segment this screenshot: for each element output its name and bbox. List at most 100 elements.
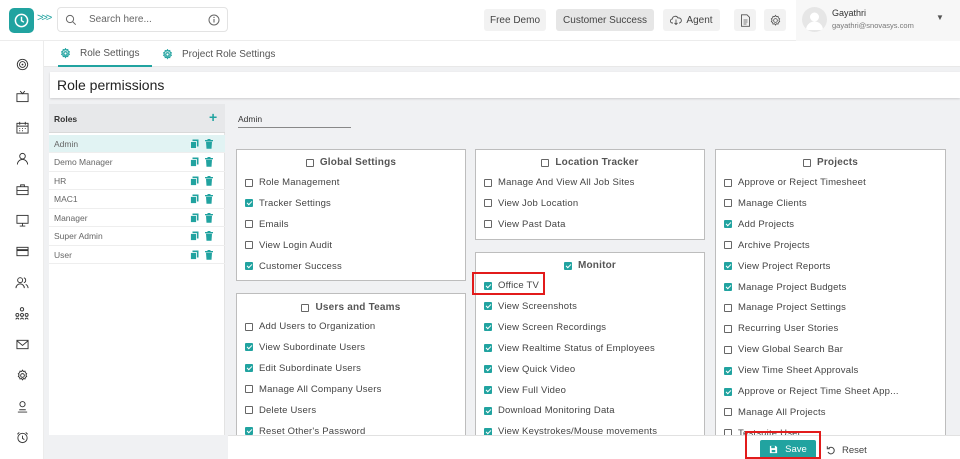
expand-sidebar-icon[interactable]: >>>: [37, 12, 52, 24]
alarm-clock-icon[interactable]: [15, 430, 29, 444]
role-row[interactable]: User: [49, 246, 225, 264]
projects-title[interactable]: Projects: [716, 157, 945, 168]
document-icon[interactable]: [734, 9, 756, 31]
permission-item[interactable]: Approve or Reject Timesheet: [724, 177, 866, 188]
role-row[interactable]: Manager: [49, 209, 225, 227]
permission-checkbox[interactable]: [724, 241, 732, 250]
copy-icon[interactable]: [190, 213, 199, 223]
permission-item[interactable]: Download Monitoring Data: [484, 405, 615, 416]
permission-item[interactable]: Manage And View All Job Sites: [484, 177, 635, 188]
monitor-icon[interactable]: [15, 213, 29, 227]
trash-icon[interactable]: [205, 212, 214, 223]
copy-icon[interactable]: [190, 176, 199, 186]
tab-project-role-settings[interactable]: Project Role Settings: [162, 41, 275, 67]
calendar-icon[interactable]: [15, 120, 29, 134]
permission-checkbox[interactable]: [245, 385, 253, 394]
permission-checkbox[interactable]: [724, 303, 732, 312]
permission-checkbox[interactable]: [245, 241, 253, 250]
permission-item[interactable]: View Subordinate Users: [245, 342, 365, 353]
info-icon[interactable]: [208, 14, 220, 26]
role-row[interactable]: Super Admin: [49, 228, 225, 246]
role-row[interactable]: Admin: [49, 135, 225, 153]
permission-item[interactable]: Tracker Settings: [245, 198, 331, 209]
location-tracker-checkbox[interactable]: [541, 158, 550, 167]
permission-checkbox[interactable]: [245, 427, 253, 435]
trash-icon[interactable]: [205, 157, 214, 167]
free-demo-button[interactable]: Free Demo: [484, 9, 546, 31]
location-tracker-title[interactable]: Location Tracker: [476, 157, 704, 168]
permission-checkbox[interactable]: [484, 199, 492, 208]
permission-checkbox[interactable]: [724, 345, 732, 354]
permission-checkbox[interactable]: [245, 343, 253, 352]
permission-checkbox[interactable]: [484, 386, 492, 394]
permission-item[interactable]: View Time Sheet Approvals: [724, 365, 858, 376]
permission-checkbox[interactable]: [484, 323, 492, 332]
gear-icon[interactable]: [15, 368, 29, 382]
monitor-checkbox[interactable]: [563, 261, 572, 270]
permission-item[interactable]: Add Projects: [724, 219, 794, 230]
role-row[interactable]: Demo Manager: [49, 154, 225, 172]
permission-item[interactable]: View Past Data: [484, 219, 566, 230]
permission-checkbox[interactable]: [245, 262, 253, 271]
trash-icon[interactable]: [205, 138, 214, 149]
permission-checkbox[interactable]: [724, 220, 732, 229]
permission-checkbox[interactable]: [484, 220, 492, 229]
permission-item[interactable]: Recurring User Stories: [724, 323, 839, 334]
mail-icon[interactable]: [15, 337, 29, 351]
permission-item[interactable]: Approve or Reject Time Sheet App...: [724, 386, 899, 397]
app-logo[interactable]: [9, 8, 34, 33]
global-settings-checkbox[interactable]: [305, 158, 314, 167]
permission-checkbox[interactable]: [484, 406, 492, 415]
role-row[interactable]: MAC1: [49, 191, 225, 209]
permission-checkbox[interactable]: [724, 199, 732, 208]
copy-icon[interactable]: [190, 231, 199, 241]
permission-item[interactable]: Add Users to Organization: [245, 321, 375, 332]
credit-card-icon[interactable]: [15, 244, 29, 258]
permission-item[interactable]: Manage Clients: [724, 198, 807, 209]
permission-checkbox[interactable]: [484, 302, 492, 311]
customer-success-button[interactable]: Customer Success: [556, 9, 654, 31]
permission-checkbox[interactable]: [245, 364, 253, 373]
permission-checkbox[interactable]: [724, 178, 732, 187]
role-name-input[interactable]: Admin: [238, 110, 351, 128]
permission-checkbox[interactable]: [245, 178, 253, 187]
permission-checkbox[interactable]: [724, 387, 732, 396]
permission-checkbox[interactable]: [724, 408, 732, 417]
permission-checkbox[interactable]: [724, 262, 732, 271]
permission-item[interactable]: View Full Video: [484, 385, 566, 396]
permission-item[interactable]: View Job Location: [484, 198, 578, 209]
permission-checkbox[interactable]: [724, 366, 732, 375]
trash-icon[interactable]: [205, 249, 214, 260]
users-and-teams-title[interactable]: Users and Teams: [237, 302, 465, 313]
tv-icon[interactable]: [15, 89, 29, 103]
permission-item[interactable]: Manage All Projects: [724, 407, 826, 418]
permission-item[interactable]: Archive Projects: [724, 240, 810, 251]
dashboard-icon[interactable]: [15, 57, 29, 71]
agent-button[interactable]: Agent: [663, 9, 720, 31]
permission-checkbox[interactable]: [724, 283, 732, 291]
trash-icon[interactable]: [205, 194, 214, 204]
tab-role-settings[interactable]: Role Settings: [58, 41, 152, 67]
permission-checkbox[interactable]: [484, 178, 492, 187]
permission-item[interactable]: Delete Users: [245, 405, 316, 416]
permission-item[interactable]: Manage Project Settings: [724, 302, 846, 313]
briefcase-icon[interactable]: [15, 182, 29, 196]
add-role-button[interactable]: +: [209, 109, 217, 125]
org-chart-icon[interactable]: [15, 306, 29, 320]
permission-item[interactable]: View Project Reports: [724, 261, 831, 272]
user-icon[interactable]: [15, 151, 29, 165]
settings-gear-icon[interactable]: [764, 9, 786, 31]
permission-item[interactable]: View Quick Video: [484, 364, 575, 375]
reset-button[interactable]: Reset: [826, 442, 867, 458]
permission-item[interactable]: Customer Success: [245, 261, 342, 272]
permission-checkbox[interactable]: [484, 365, 492, 374]
permission-item[interactable]: Edit Subordinate Users: [245, 363, 361, 374]
projects-checkbox[interactable]: [802, 158, 811, 167]
person-badge-icon[interactable]: [15, 399, 29, 413]
permission-item[interactable]: View Global Search Bar: [724, 344, 843, 355]
global-settings-title[interactable]: Global Settings: [237, 157, 465, 168]
permission-checkbox[interactable]: [245, 199, 253, 208]
trash-icon[interactable]: [205, 231, 214, 241]
users-icon[interactable]: [15, 275, 29, 289]
permission-item[interactable]: Emails: [245, 219, 289, 230]
